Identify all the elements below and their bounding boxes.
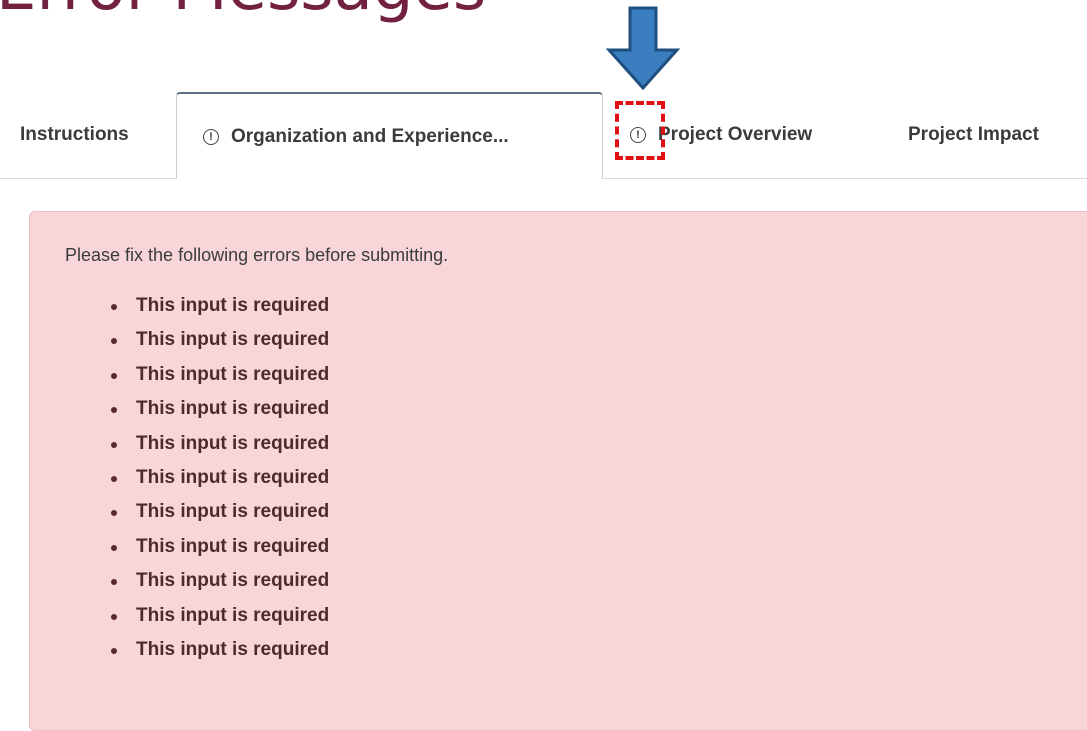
- bullet-icon: [111, 338, 117, 345]
- bullet-icon: [111, 579, 117, 586]
- error-item-text: This input is required: [136, 363, 330, 385]
- error-list: This input is required This input is req…: [104, 289, 329, 667]
- bullet-icon: [111, 372, 117, 379]
- tab-label: Organization and Experience...: [231, 125, 509, 147]
- error-item-text: This input is required: [136, 604, 330, 626]
- error-item-text: This input is required: [136, 638, 330, 660]
- bullet-icon: [111, 475, 117, 482]
- error-item: This input is required: [104, 392, 329, 426]
- slide-title: Error Messages: [0, 0, 486, 20]
- error-item-text: This input is required: [136, 466, 330, 488]
- tab-label: Project Overview: [658, 124, 813, 145]
- tab-project-impact[interactable]: Project Impact: [908, 92, 1039, 178]
- error-item-text: This input is required: [136, 329, 330, 351]
- error-item: This input is required: [104, 599, 329, 633]
- bullet-icon: [111, 510, 117, 517]
- arrow-down-icon: [606, 6, 680, 90]
- error-item-text: This input is required: [136, 501, 330, 523]
- error-item: This input is required: [104, 358, 329, 392]
- bullet-icon: [111, 647, 117, 654]
- error-item: This input is required: [104, 530, 329, 564]
- error-intro: Please fix the following errors before s…: [65, 245, 449, 265]
- error-item: This input is required: [104, 564, 329, 598]
- bullet-icon: [111, 407, 117, 414]
- error-item: This input is required: [104, 461, 329, 495]
- tab-label: Project Impact: [908, 124, 1039, 145]
- error-item: This input is required: [104, 323, 329, 357]
- tab-instructions[interactable]: Instructions: [20, 92, 129, 178]
- error-item-text: This input is required: [136, 432, 330, 454]
- tab-label: Instructions: [20, 124, 129, 145]
- error-item-text: This input is required: [136, 570, 330, 592]
- error-item: This input is required: [104, 633, 329, 667]
- bullet-icon: [111, 441, 117, 448]
- error-item-text: This input is required: [136, 295, 330, 316]
- tab-organization-and-experience[interactable]: ! Organization and Experience...: [176, 92, 603, 179]
- error-icon: !: [203, 128, 219, 145]
- bullet-icon: [111, 544, 117, 551]
- bullet-icon: [111, 304, 117, 310]
- bullet-icon: [111, 613, 117, 620]
- highlight-box: [615, 101, 665, 160]
- error-item: This input is required: [104, 427, 329, 461]
- error-item-text: This input is required: [136, 398, 330, 420]
- error-panel: Please fix the following errors before s…: [29, 211, 1087, 731]
- error-item: This input is required: [104, 495, 329, 529]
- error-item: This input is required: [104, 289, 329, 323]
- tab-strip: Instructions ! Organization and Experien…: [0, 92, 1087, 179]
- error-item-text: This input is required: [136, 535, 330, 557]
